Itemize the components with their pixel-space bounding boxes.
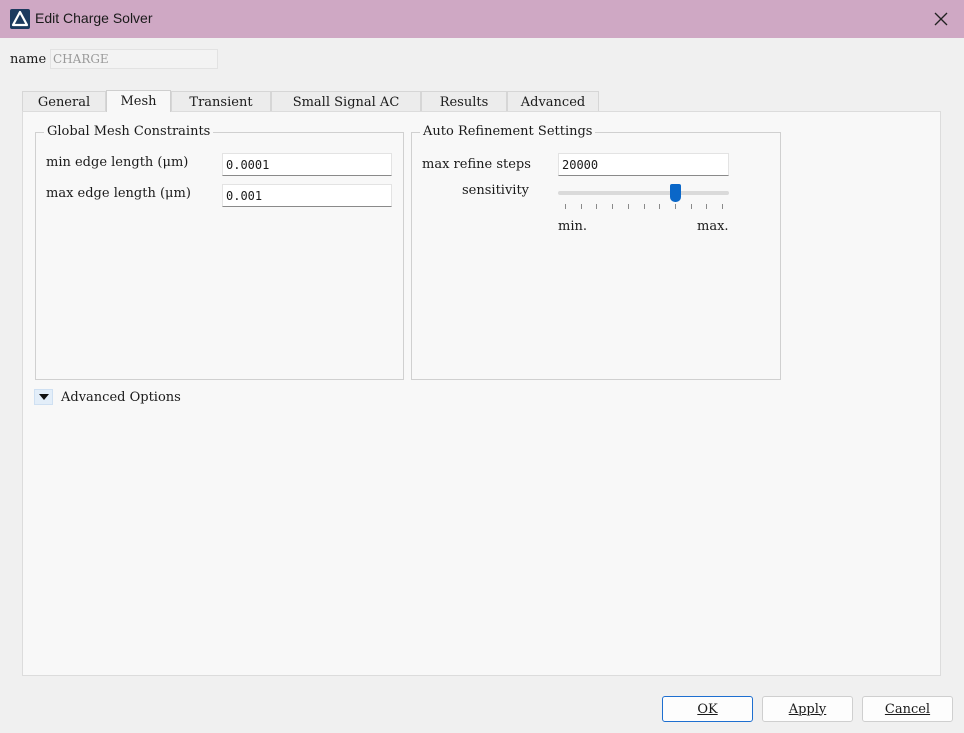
- slider-min-label: min.: [558, 219, 587, 234]
- cancel-button[interactable]: Cancel: [862, 696, 953, 722]
- slider-tick: [706, 204, 708, 209]
- slider-max-label: max.: [697, 219, 729, 234]
- max-refine-steps-label: max refine steps: [422, 157, 531, 172]
- group-title: Auto Refinement Settings: [420, 124, 596, 139]
- auto-refinement-settings-group: Auto Refinement Settings max refine step…: [411, 124, 781, 380]
- tab-general[interactable]: General: [22, 91, 106, 112]
- slider-tick: [596, 204, 598, 209]
- slider-tick: [659, 204, 661, 209]
- slider-tick: [580, 204, 582, 209]
- slider-track: [558, 191, 729, 195]
- slider-handle[interactable]: [669, 184, 681, 202]
- group-title: Global Mesh Constraints: [44, 124, 214, 139]
- slider-tick: [565, 204, 566, 209]
- app-logo-icon: [10, 9, 30, 29]
- slider-tick: [612, 204, 614, 209]
- tab-small-signal-ac[interactable]: Small Signal AC: [271, 91, 421, 112]
- ok-button[interactable]: OK: [662, 696, 753, 722]
- slider-tick: [627, 204, 629, 209]
- advanced-options-toggle[interactable]: [34, 389, 53, 405]
- max-refine-steps-input[interactable]: [558, 153, 729, 176]
- max-edge-length-input[interactable]: [222, 184, 392, 207]
- close-button[interactable]: [924, 4, 958, 34]
- min-edge-length-label: min edge length (μm): [46, 155, 189, 170]
- close-icon: [934, 12, 948, 26]
- sensitivity-label: sensitivity: [462, 183, 530, 198]
- triangle-down-icon: [38, 394, 49, 400]
- sensitivity-slider[interactable]: [558, 181, 729, 221]
- tab-results[interactable]: Results: [421, 91, 507, 112]
- global-mesh-constraints-group: Global Mesh Constraints min edge length …: [35, 124, 404, 380]
- tab-transient[interactable]: Transient: [171, 91, 271, 112]
- window-title: Edit Charge Solver: [35, 10, 153, 26]
- tab-advanced[interactable]: Advanced: [507, 91, 599, 112]
- title-bar: Edit Charge Solver: [0, 0, 964, 38]
- advanced-options-label[interactable]: Advanced Options: [61, 390, 181, 405]
- tab-mesh[interactable]: Mesh: [106, 90, 171, 112]
- name-field[interactable]: CHARGE: [50, 49, 218, 69]
- slider-tick: [690, 204, 692, 209]
- min-edge-length-input[interactable]: [222, 153, 392, 176]
- slider-tick: [674, 204, 676, 209]
- slider-tick: [643, 204, 645, 209]
- max-edge-length-label: max edge length (μm): [46, 186, 191, 201]
- slider-tick: [722, 204, 723, 209]
- name-label: name: [10, 52, 47, 67]
- apply-button[interactable]: Apply: [762, 696, 853, 722]
